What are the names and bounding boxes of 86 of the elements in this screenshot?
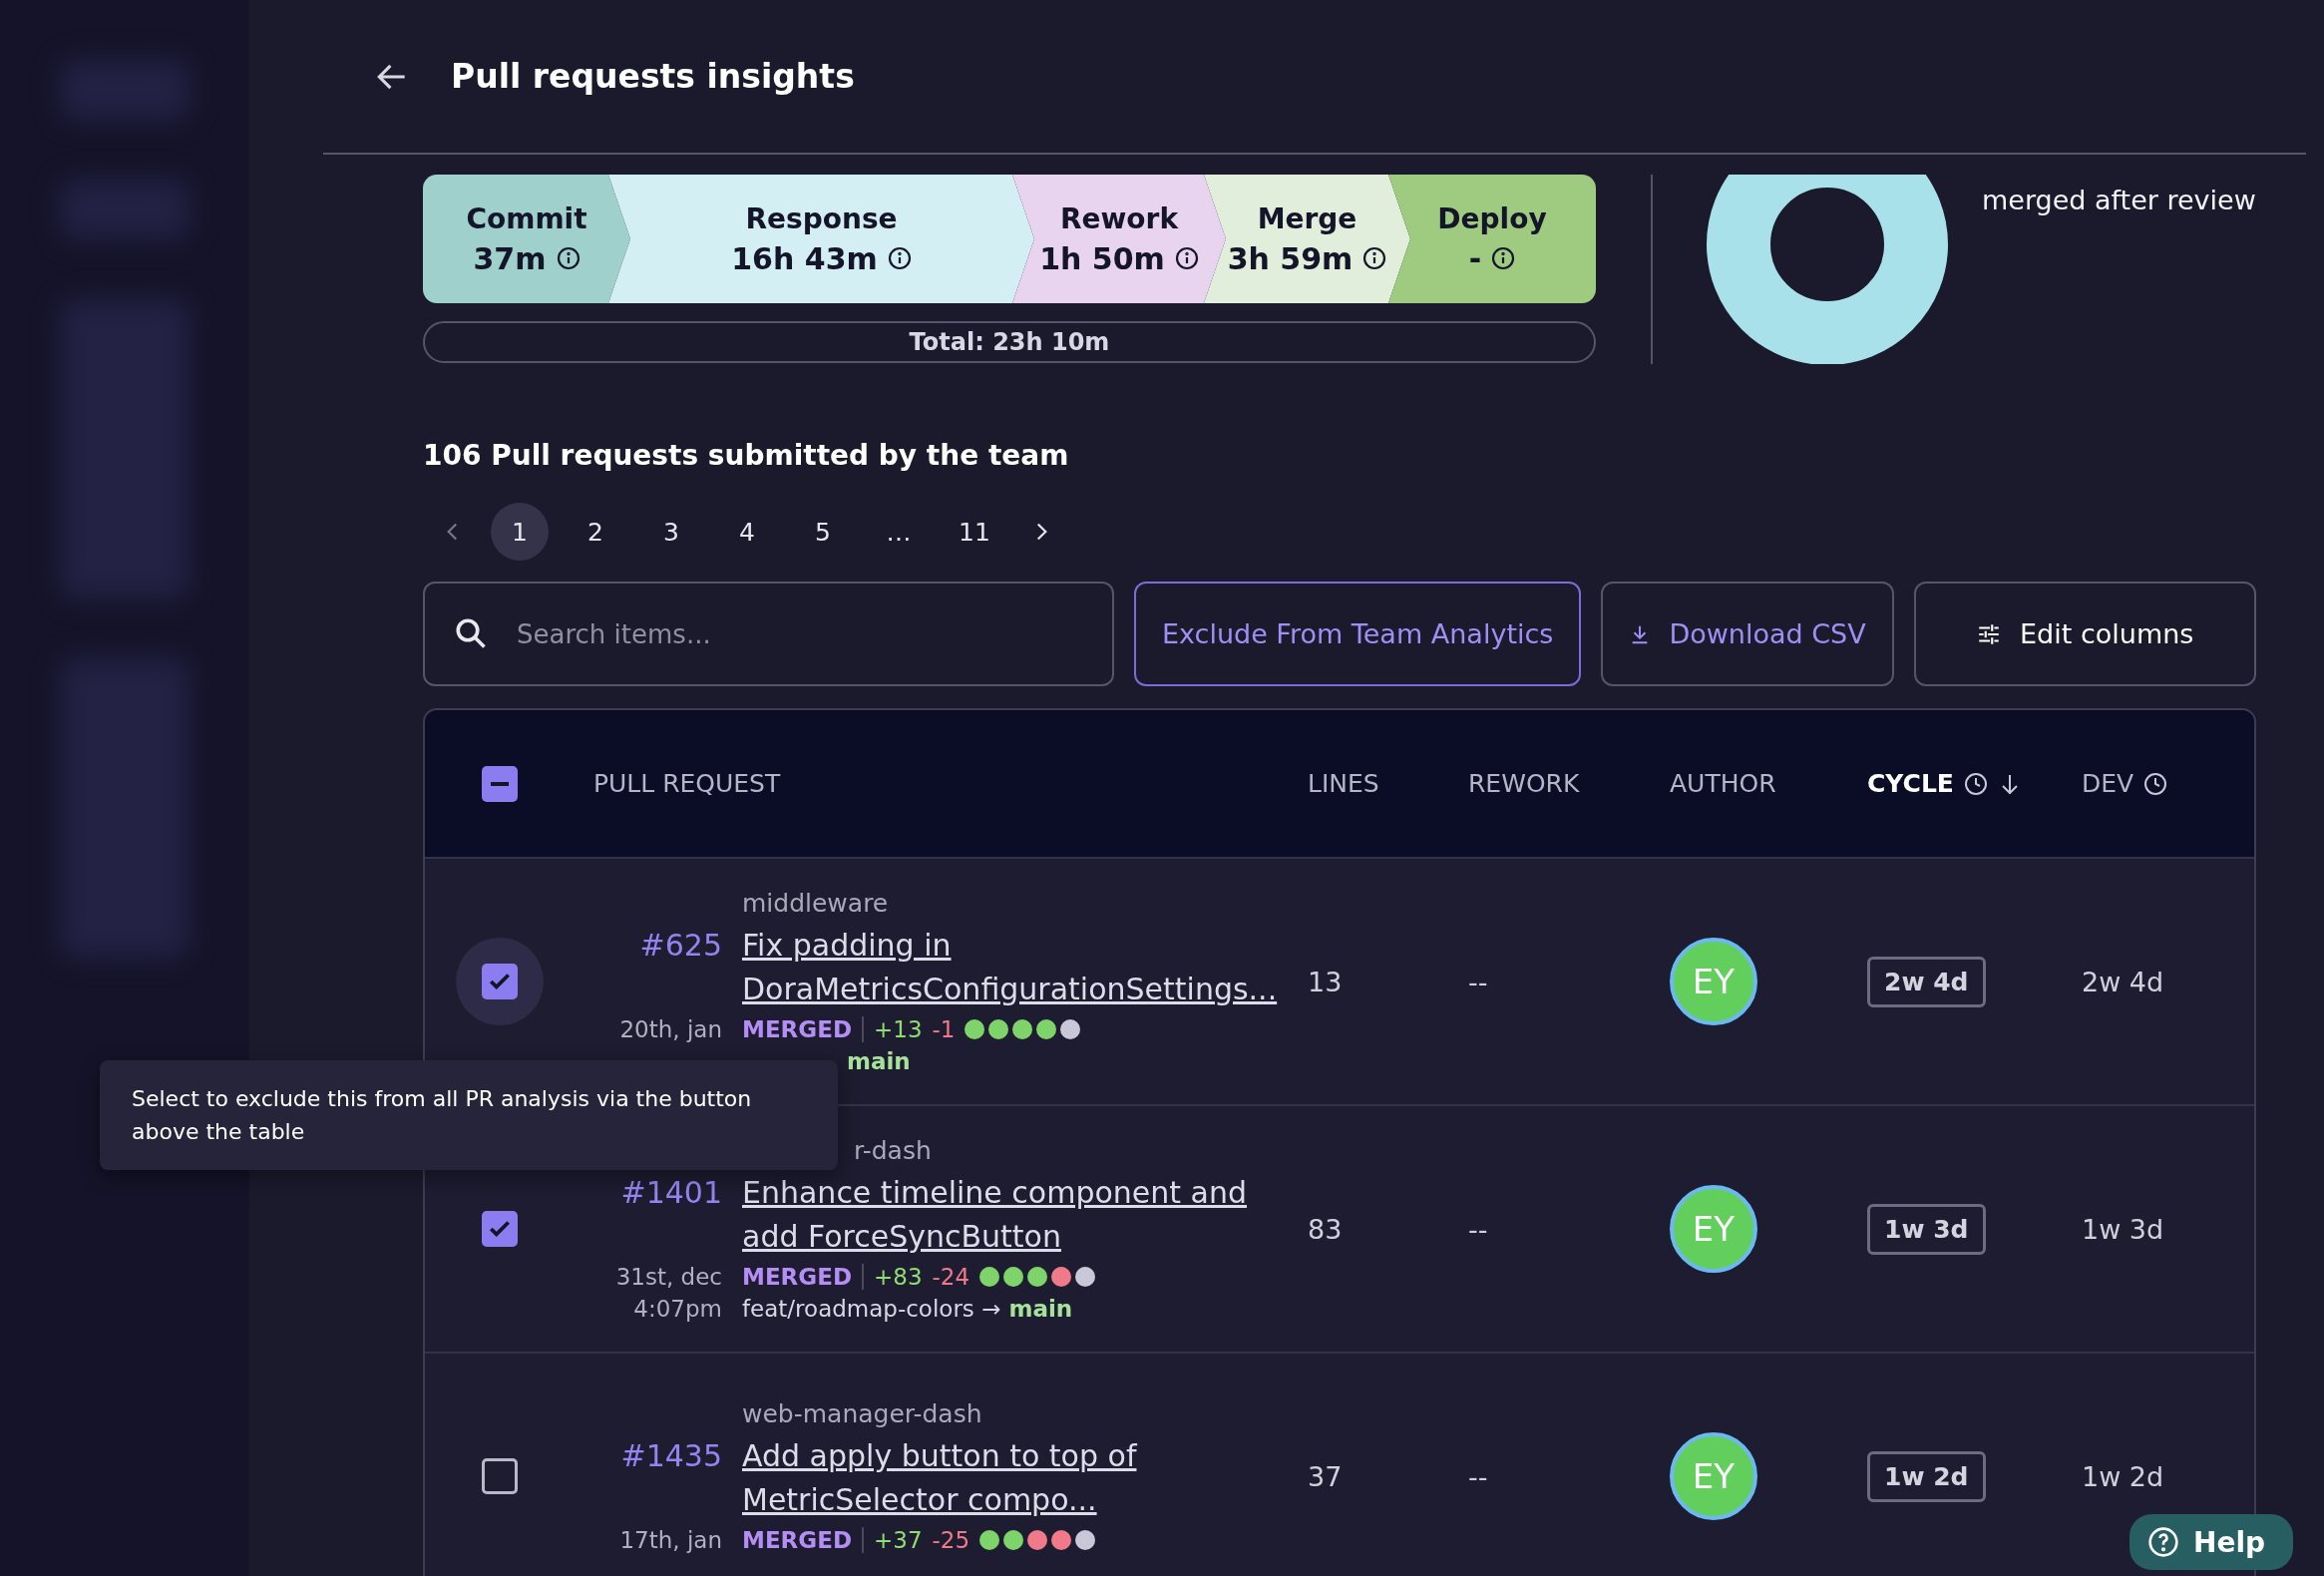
info-icon[interactable] <box>1362 246 1387 270</box>
pr-number: #625 <box>638 928 722 963</box>
source-branch: feat/roadmap-colors → <box>742 1296 1001 1322</box>
download-button[interactable]: Download CSV <box>1601 582 1894 686</box>
stage-value: 3h 59m <box>1227 240 1354 276</box>
edit-columns-button[interactable]: Edit columns <box>1913 582 2256 686</box>
rework-value: -- <box>1468 966 1489 997</box>
author-avatar: EY <box>1670 938 1757 1025</box>
page-button[interactable]: 1 <box>491 503 549 561</box>
stage-value: 16h 43m <box>731 240 878 276</box>
clock-icon <box>2143 771 2168 796</box>
repository-name: r-dash <box>854 1136 932 1165</box>
column-header[interactable]: CYCLE <box>1867 769 2082 798</box>
pr-date: 31st, dec <box>614 1264 722 1290</box>
donut-caption: merged after review <box>1982 185 2256 217</box>
lines-count: 83 <box>1308 1213 1344 1245</box>
status-label: MERGED <box>742 1264 864 1290</box>
column-header[interactable]: AUTHOR <box>1670 769 1867 798</box>
status-label: MERGED <box>742 1016 864 1042</box>
page-title: Pull requests insights <box>451 57 855 96</box>
page-button[interactable]: 11 <box>946 503 1003 561</box>
page-button[interactable]: 4 <box>718 503 776 561</box>
help-button[interactable]: Help <box>2130 1514 2294 1570</box>
added-lines: +37 <box>874 1527 923 1553</box>
target-branch: main <box>847 1048 911 1074</box>
cycle-time: 1w 3d <box>1867 1203 1986 1255</box>
lines-count: 37 <box>1308 1460 1344 1492</box>
select-all-checkbox[interactable] <box>482 765 518 802</box>
tooltip: Select to exclude this from all PR analysis via the button above the table <box>100 1060 838 1170</box>
cycle-time: 2w 4d <box>1867 956 1986 1007</box>
removed-lines: -24 <box>932 1264 970 1290</box>
minus-icon <box>491 781 509 786</box>
dev-time: 2w 4d <box>2082 966 2165 997</box>
row-checkbox[interactable] <box>482 1211 518 1247</box>
removed-lines: -1 <box>932 1016 956 1042</box>
page-button[interactable]: … <box>870 503 928 561</box>
lines-count: 13 <box>1308 966 1344 997</box>
pr-title-link[interactable]: Add apply button to top of MetricSelector compo... <box>742 1434 1308 1521</box>
info-icon[interactable] <box>1491 246 1516 270</box>
added-lines: +83 <box>874 1264 923 1290</box>
rework-value: -- <box>1468 1213 1489 1245</box>
page-button[interactable]: 5 <box>794 503 852 561</box>
stage-label: Response <box>745 201 898 235</box>
column-header[interactable]: DEV <box>2082 769 2254 798</box>
status-label: MERGED <box>742 1527 864 1553</box>
pr-number: #1401 <box>619 1175 722 1210</box>
pr-date: 17th, jan <box>618 1527 722 1553</box>
column-header[interactable]: REWORK <box>1468 769 1670 798</box>
pr-title-link[interactable]: Enhance timeline component and add ForceSyncButton <box>742 1171 1308 1258</box>
stage-label: Rework <box>1059 201 1179 235</box>
page-button[interactable]: 2 <box>567 503 624 561</box>
page-button[interactable]: 3 <box>642 503 700 561</box>
column-header[interactable]: LINES <box>1308 769 1468 798</box>
stage-label: Deploy <box>1437 201 1547 235</box>
rework-value: -- <box>1468 1460 1489 1492</box>
dev-time: 1w 2d <box>2082 1460 2165 1492</box>
info-icon[interactable] <box>887 246 912 270</box>
stage-label: Merge <box>1257 201 1357 235</box>
row-checkbox[interactable] <box>482 1458 518 1494</box>
pr-date: 20th, jan <box>618 1016 722 1042</box>
cycle-time: 1w 2d <box>1867 1450 1986 1502</box>
pr-time: 4:07pm <box>632 1296 722 1322</box>
removed-lines: -25 <box>932 1527 970 1553</box>
pr-number: #1435 <box>619 1438 722 1473</box>
help-icon <box>2147 1526 2179 1558</box>
total-pill: Total: 23h 10m <box>423 321 1596 363</box>
repository-name: middleware <box>742 889 889 918</box>
row-checkbox[interactable] <box>482 964 518 999</box>
target-branch: main <box>1008 1296 1073 1322</box>
exclude-button[interactable]: Exclude From Team Analytics <box>1134 582 1582 686</box>
author-avatar: EY <box>1670 1432 1757 1520</box>
stage-value: 1h 50m <box>1039 240 1165 276</box>
stage-value: - <box>1468 240 1482 276</box>
info-icon[interactable] <box>1174 246 1199 270</box>
clock-icon <box>1963 771 1988 796</box>
stage-value: 37m <box>473 240 547 276</box>
dev-time: 1w 3d <box>2082 1213 2165 1245</box>
info-icon[interactable] <box>556 246 581 270</box>
section-title: 106 Pull requests submitted by the team <box>423 439 1070 472</box>
stage-label: Commit <box>466 201 587 235</box>
repository-name: web-manager-dash <box>742 1399 982 1428</box>
pr-title-link[interactable]: Fix padding in DoraMetricsConfigurationSettings... <box>742 924 1308 1010</box>
search-field[interactable]: Search items... <box>423 582 1114 686</box>
added-lines: +13 <box>874 1016 923 1042</box>
author-avatar: EY <box>1670 1185 1757 1273</box>
column-header[interactable]: PULL REQUEST <box>575 769 1308 798</box>
